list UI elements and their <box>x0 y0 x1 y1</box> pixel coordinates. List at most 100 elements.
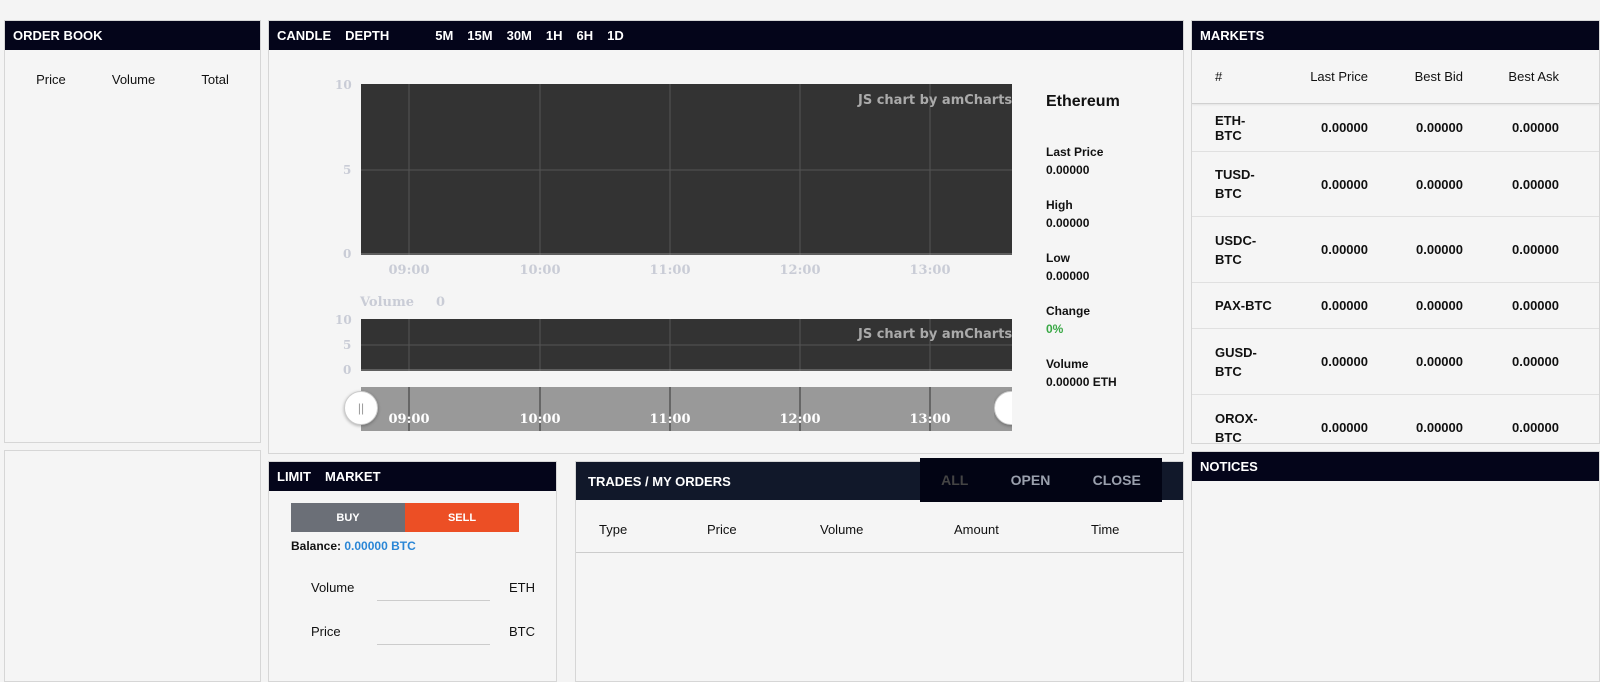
scroll-grip-right-clip <box>994 389 1012 429</box>
market-ask: 0.00000 <box>1512 298 1559 313</box>
column-pair[interactable]: # <box>1192 69 1272 84</box>
chart-toolbar: CANDLE DEPTH 5M 15M 30M 1H 6H 1D <box>269 21 1183 50</box>
market-ask: 0.00000 <box>1512 420 1559 435</box>
column-best-bid[interactable]: Best Bid <box>1368 69 1463 84</box>
market-row[interactable]: PAX-BTC 0.00000 0.00000 0.00000 <box>1192 283 1599 329</box>
market-pair: ETH-BTC <box>1215 112 1246 143</box>
balance-value: 0.00000 BTC <box>344 539 416 553</box>
buy-button[interactable]: BUY <box>291 503 405 532</box>
volume-legend-value: 0 <box>436 295 446 310</box>
low-label: Low <box>1046 251 1070 265</box>
scroll-x-tick: 11:00 <box>649 412 691 427</box>
balance-label: Balance: <box>291 539 342 553</box>
price-x-tick: 09:00 <box>388 263 430 278</box>
volume-value: 0.00000 ETH <box>1046 375 1117 389</box>
market-bid: 0.00000 <box>1416 354 1463 369</box>
change-label: Change <box>1046 304 1091 318</box>
last-price-label: Last Price <box>1046 145 1104 159</box>
trades-panel: TRADES / MY ORDERS ALL OPEN CLOSE Type P… <box>575 458 1184 682</box>
timeframe-30m[interactable]: 30M <box>507 28 532 43</box>
volume-field-label: Volume <box>311 580 355 595</box>
column-best-ask[interactable]: Best Ask <box>1463 69 1559 84</box>
volume-label: Volume <box>1046 357 1089 371</box>
volume-y-tick: 10 <box>335 313 352 327</box>
market-row[interactable]: TUSD-BTC 0.00000 0.00000 0.00000 <box>1192 152 1599 217</box>
price-chart[interactable] <box>361 84 1012 255</box>
timeframe-1h[interactable]: 1H <box>546 28 563 43</box>
markets-columns: # Last Price Best Bid Best Ask <box>1192 50 1599 104</box>
market-last: 0.00000 <box>1321 242 1368 257</box>
notices-panel: NOTICES <box>1191 451 1600 682</box>
buy-sell-toggle: BUY SELL <box>291 503 519 532</box>
market-ask: 0.00000 <box>1512 354 1559 369</box>
market-pair: TUSD-BTC <box>1215 167 1255 201</box>
scroll-x-tick: 09:00 <box>388 412 430 427</box>
market-bid: 0.00000 <box>1416 298 1463 313</box>
market-pair: OROX-BTC <box>1215 410 1258 444</box>
timeframe-5m[interactable]: 5M <box>435 28 453 43</box>
column-volume[interactable]: Volume <box>820 522 863 537</box>
timeframe-1d[interactable]: 1D <box>607 28 624 43</box>
order-book-panel: ORDER BOOK Price Volume Total <box>4 20 261 443</box>
market-last: 0.00000 <box>1321 120 1368 135</box>
tab-limit[interactable]: LIMIT <box>277 469 311 484</box>
volume-y-tick: 0 <box>343 363 352 377</box>
column-amount[interactable]: Amount <box>954 522 999 537</box>
price-y-tick: 5 <box>343 163 352 177</box>
price-y-tick: 0 <box>343 247 352 261</box>
price-x-tick: 12:00 <box>779 263 821 278</box>
sell-button[interactable]: SELL <box>405 503 519 532</box>
market-pair: PAX-BTC <box>1215 298 1272 313</box>
scroll-grip-left[interactable]: || <box>344 391 378 425</box>
filter-open[interactable]: OPEN <box>1011 472 1051 488</box>
price-field-row: Price BTC <box>311 624 535 654</box>
market-row[interactable]: ETH-BTC 0.00000 0.00000 0.00000 <box>1192 104 1599 152</box>
tab-candle[interactable]: CANDLE <box>277 28 331 43</box>
column-price[interactable]: Price <box>707 522 737 537</box>
high-label: High <box>1046 198 1073 212</box>
high-value: 0.00000 <box>1046 216 1090 230</box>
filter-all[interactable]: ALL <box>941 472 968 488</box>
market-last: 0.00000 <box>1321 176 1368 192</box>
market-bid: 0.00000 <box>1416 420 1463 435</box>
market-ask: 0.00000 <box>1512 242 1559 257</box>
order-form-header: LIMIT MARKET <box>269 462 556 491</box>
markets-panel: MARKETS # Last Price Best Bid Best Ask E… <box>1191 20 1600 444</box>
order-form-panel: LIMIT MARKET BUY SELL Balance: 0.00000 B… <box>268 461 557 682</box>
market-row[interactable]: OROX-BTC 0.00000 0.00000 0.00000 <box>1192 395 1599 444</box>
scroll-x-tick: 10:00 <box>519 412 561 427</box>
volume-input[interactable] <box>377 600 490 601</box>
markets-header: MARKETS <box>1192 21 1599 50</box>
timeframe-6h[interactable]: 6H <box>577 28 594 43</box>
column-time[interactable]: Time <box>1091 522 1119 537</box>
trades-header: TRADES / MY ORDERS ALL OPEN CLOSE <box>576 458 1183 502</box>
market-bid: 0.00000 <box>1416 120 1463 135</box>
market-stats: Ethereum Last Price 0.00000 High 0.00000… <box>1046 93 1120 408</box>
volume-legend-label: Volume <box>360 295 414 310</box>
price-x-tick: 13:00 <box>909 263 951 278</box>
price-input[interactable] <box>377 644 490 645</box>
timeframe-15m[interactable]: 15M <box>467 28 492 43</box>
low-value: 0.00000 <box>1046 269 1090 283</box>
market-ask: 0.00000 <box>1512 120 1559 135</box>
market-row[interactable]: USDC-BTC 0.00000 0.00000 0.00000 <box>1192 217 1599 283</box>
tab-market[interactable]: MARKET <box>325 469 381 484</box>
scroll-grip-right[interactable] <box>994 391 1012 425</box>
filter-close[interactable]: CLOSE <box>1093 472 1141 488</box>
volume-y-tick: 5 <box>343 338 352 352</box>
column-last-price[interactable]: Last Price <box>1272 69 1368 84</box>
market-bid: 0.00000 <box>1416 242 1463 257</box>
market-row[interactable]: GUSD-BTC 0.00000 0.00000 0.00000 <box>1192 329 1599 395</box>
market-last: 0.00000 <box>1321 298 1368 313</box>
trades-title: TRADES / MY ORDERS <box>588 473 731 489</box>
notices-title: NOTICES <box>1200 459 1258 474</box>
last-price-value: 0.00000 <box>1046 163 1090 177</box>
tab-depth[interactable]: DEPTH <box>345 28 389 43</box>
market-last: 0.00000 <box>1321 420 1368 435</box>
volume-chart-watermark[interactable]: JS chart by amCharts <box>858 327 1012 342</box>
order-book-header: ORDER BOOK <box>5 21 260 50</box>
notices-header: NOTICES <box>1192 452 1599 481</box>
column-type[interactable]: Type <box>599 522 627 537</box>
price-chart-watermark[interactable]: JS chart by amCharts <box>858 93 1012 108</box>
chart-panel: CANDLE DEPTH 5M 15M 30M 1H 6H 1D JS char… <box>268 20 1184 454</box>
